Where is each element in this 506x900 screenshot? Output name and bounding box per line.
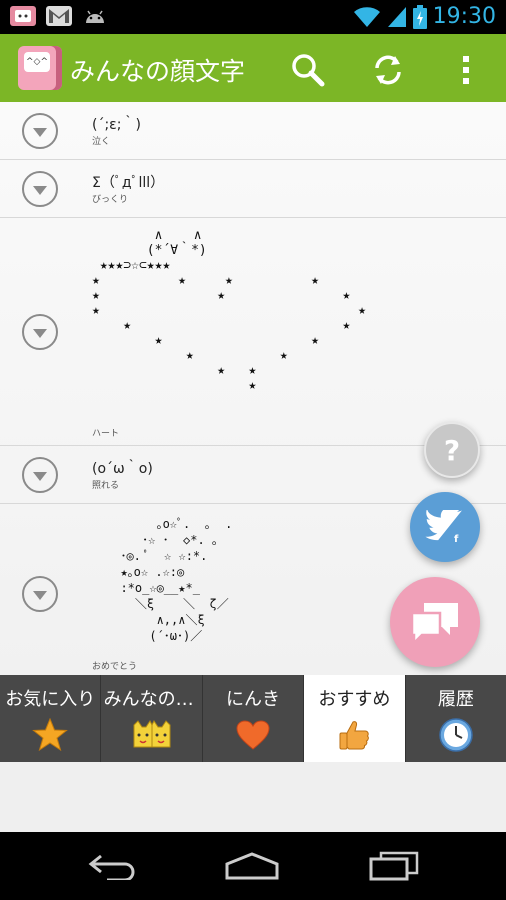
home-icon [225,852,279,880]
twitter-bird-icon: f [425,510,463,544]
status-bar: 19:30 [0,0,506,34]
empty-area [0,762,506,832]
system-indicators: 19:30 [353,4,496,29]
list-item[interactable]: ∧ ∧ (*´∀｀*) ★★★⊃☆⊂★★★ ★ ★ ★ ★ ★ ★ ★ ★ ★ … [0,218,506,446]
kaomoji-text[interactable]: (´;ε;｀) [92,114,141,134]
expand-button[interactable] [22,314,58,350]
kaomoji-label: びっくり [92,195,129,205]
chevron-down-icon [33,591,47,600]
help-button[interactable]: ? [424,422,480,478]
tab-popular[interactable]: にんき [203,675,305,762]
heart-icon [233,717,273,753]
clock-time: 19:30 [432,4,496,29]
kaomoji-label: ハート [92,429,120,439]
list-item[interactable]: Σ（ﾟдﾟlll） びっくり [0,160,506,218]
refresh-button[interactable] [366,48,410,92]
app-logo-icon[interactable]: ^◇^ [18,46,62,90]
expand-button[interactable] [22,171,58,207]
tab-label: おすすめ [318,689,391,710]
navigation-bar [0,832,506,900]
kaomoji-label: おめでとう [92,662,138,672]
expand-button[interactable] [22,113,58,149]
svg-text:f: f [454,534,459,544]
action-bar: ^◇^ みんなの顔文字 [0,34,506,102]
chevron-down-icon [33,472,47,481]
refresh-icon [375,55,401,85]
tab-label: 履歴 [437,689,474,710]
cat-faces-icon [132,717,172,753]
wifi-icon [353,6,380,27]
question-mark-icon: ? [443,433,461,467]
expand-button[interactable] [22,457,58,493]
chat-bubbles-icon [410,603,458,645]
tab-everyone-kaomoji[interactable]: みんなの顔文字 [101,675,203,762]
app-title: みんなの顔文字 [70,57,246,86]
back-button[interactable] [82,846,142,886]
kaomoji-text[interactable]: Σ（ﾟдﾟlll） [92,172,164,192]
gmail-icon [46,6,72,26]
kaomoji-label: 泣く [92,137,111,147]
expand-button[interactable] [22,576,58,612]
recent-apps-icon [369,851,419,881]
chevron-down-icon [33,329,47,338]
chevron-down-icon [33,128,47,137]
overflow-menu-icon [463,56,469,84]
chevron-down-icon [33,186,47,195]
thumbs-up-icon [334,717,374,753]
chat-button[interactable] [390,577,480,667]
battery-icon [412,4,427,29]
tab-history[interactable]: 履歴 [406,675,506,762]
list-item[interactable]: (´;ε;｀) 泣く [0,102,506,160]
bottom-tabs: お気に入り みんなの顔文字 にんき おすすめ 履歴 [0,675,506,762]
search-button[interactable] [286,48,330,92]
home-button[interactable] [222,846,282,886]
tab-label: にんき [226,689,281,710]
search-icon [292,54,325,87]
overflow-menu-button[interactable] [444,48,488,92]
kaomoji-text[interactable]: (o´ω｀o) [92,458,153,478]
star-icon [30,717,70,753]
tab-favorites[interactable]: お気に入り [0,675,102,762]
kaomoji-label: 照れる [92,481,120,491]
signal-icon [387,6,406,27]
tab-label: お気に入り [5,689,96,710]
clock-icon [436,717,476,753]
kaomoji-art[interactable]: ∧ ∧ (*´∀｀*) ★★★⊃☆⊂★★★ ★ ★ ★ ★ ★ ★ ★ ★ ★ … [92,228,366,393]
notification-icons [10,6,108,26]
app-notification-icon [10,6,36,26]
twitter-button[interactable]: f [410,492,480,562]
recent-apps-button[interactable] [364,846,424,886]
tab-recommended[interactable]: おすすめ [304,675,406,762]
tab-label: みんなの顔文字 [103,689,200,710]
kaomoji-art[interactable]: ｡o☆ﾟ. ｡ . ･☆ ･ ◇*. ｡ ･◎. ﾟ ☆ ☆:*. ★｡o☆ .… [106,516,232,644]
android-icon [82,6,108,26]
back-icon [88,854,135,880]
kaomoji-face-icon: ^◇^ [24,52,50,72]
